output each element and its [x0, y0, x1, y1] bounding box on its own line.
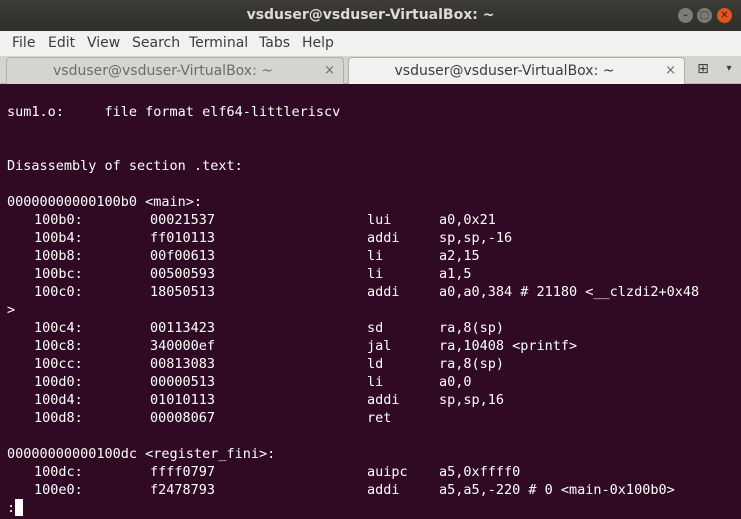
- asm-operands: sp,sp,16: [439, 392, 505, 408]
- asm-hex: 00813083: [150, 356, 216, 372]
- tab-bar: vsduser@vsduser-VirtualBox: ~ × vsduser@…: [0, 56, 741, 84]
- window-title: vsduser@vsduser-VirtualBox: ~: [246, 7, 495, 23]
- menu-edit[interactable]: Edit: [48, 31, 75, 56]
- asm-line: 100c4: 00113423 sd ra,8(sp): [7, 319, 504, 337]
- asm-operands: a0,0x21: [439, 212, 496, 228]
- close-icon[interactable]: ✕: [717, 8, 732, 23]
- asm-address: 100c0:: [34, 284, 83, 300]
- minimize-icon[interactable]: –: [678, 8, 693, 23]
- text-cursor: [15, 499, 23, 516]
- asm-hex: f2478793: [150, 482, 216, 498]
- title-bar: vsduser@vsduser-VirtualBox: ~ – □ ✕: [0, 0, 741, 31]
- asm-hex: 340000ef: [150, 338, 216, 354]
- asm-line: 100c0: 18050513 addi a0,a0,384 # 21180 <…: [7, 283, 699, 301]
- asm-line: 100d8: 00008067 ret: [7, 409, 391, 427]
- asm-address: 100b4:: [34, 230, 83, 246]
- tab-close-icon[interactable]: ×: [324, 58, 335, 84]
- asm-mnemonic: ld: [367, 356, 384, 372]
- menu-search[interactable]: Search: [132, 31, 180, 56]
- menu-help[interactable]: Help: [302, 31, 334, 56]
- asm-mnemonic: li: [367, 374, 384, 390]
- pager-prompt: :: [7, 500, 16, 516]
- asm-operands: a2,15: [439, 248, 480, 264]
- function-label-main: 00000000000100b0 <main>:: [7, 194, 203, 210]
- asm-mnemonic: sd: [367, 320, 384, 336]
- asm-mnemonic: jal: [367, 338, 392, 354]
- asm-mnemonic: auipc: [367, 464, 408, 480]
- tab-1[interactable]: vsduser@vsduser-VirtualBox: ~ ×: [6, 57, 344, 84]
- asm-operands: a5,a5,-220 # 0 <main-0x100b0>: [439, 482, 675, 498]
- asm-line: 100b8: 00f00613 li a2,15: [7, 247, 480, 265]
- asm-hex: 00500593: [150, 266, 216, 282]
- asm-mnemonic: addi: [367, 230, 400, 246]
- asm-operands: a0,0: [439, 374, 472, 390]
- asm-line: 100b0: 00021537 lui a0,0x21: [7, 211, 496, 229]
- asm-address: 100dc:: [34, 464, 83, 480]
- asm-line: 100d0: 00000513 li a0,0: [7, 373, 472, 391]
- menu-terminal[interactable]: Terminal: [189, 31, 248, 56]
- asm-line: 100e0: f2478793 addi a5,a5,-220 # 0 <mai…: [7, 481, 675, 499]
- menu-file[interactable]: File: [12, 31, 35, 56]
- asm-line: 100c8: 340000ef jal ra,10408 <printf>: [7, 337, 577, 355]
- asm-operands: ra,8(sp): [439, 356, 505, 372]
- asm-hex: 00f00613: [150, 248, 216, 264]
- asm-operands: ra,8(sp): [439, 320, 505, 336]
- section-header-line: Disassembly of section .text:: [7, 158, 243, 174]
- asm-mnemonic: addi: [367, 482, 400, 498]
- menu-tabs[interactable]: Tabs: [259, 31, 290, 56]
- tab-2[interactable]: vsduser@vsduser-VirtualBox: ~ ×: [348, 57, 685, 84]
- asm-mnemonic: addi: [367, 392, 400, 408]
- asm-hex: 01010113: [150, 392, 216, 408]
- asm-hex: ffff0797: [150, 464, 216, 480]
- asm-hex: 00113423: [150, 320, 216, 336]
- asm-line: 100bc: 00500593 li a1,5: [7, 265, 472, 283]
- asm-address: 100d8:: [34, 410, 83, 426]
- asm-mnemonic: li: [367, 248, 384, 264]
- asm-address: 100b0:: [34, 212, 83, 228]
- asm-operands: a5,0xffff0: [439, 464, 521, 480]
- asm-hex: 18050513: [150, 284, 216, 300]
- terminal-output[interactable]: sum1.o: file format elf64-littleriscv Di…: [0, 84, 741, 519]
- asm-address: 100b8:: [34, 248, 83, 264]
- asm-operands: ra,10408 <printf>: [439, 338, 578, 354]
- asm-mnemonic: lui: [367, 212, 392, 228]
- tab-label: vsduser@vsduser-VirtualBox: ~: [52, 63, 273, 79]
- asm-operands: sp,sp,-16: [439, 230, 513, 246]
- asm-address: 100cc:: [34, 356, 83, 372]
- asm-hex: 00000513: [150, 374, 216, 390]
- asm-hex: ff010113: [150, 230, 216, 246]
- wrap-continuation: >: [7, 302, 16, 318]
- asm-line: 100dc: ffff0797 auipc a5,0xffff0: [7, 463, 520, 481]
- asm-address: 100c8:: [34, 338, 83, 354]
- asm-hex: 00008067: [150, 410, 216, 426]
- menu-bar: File Edit View Search Terminal Tabs Help: [0, 31, 741, 56]
- asm-address: 100d0:: [34, 374, 83, 390]
- tab-menu-icon[interactable]: ▾: [722, 60, 736, 78]
- asm-mnemonic: li: [367, 266, 384, 282]
- asm-line: 100d4: 01010113 addi sp,sp,16: [7, 391, 504, 409]
- asm-line: 100cc: 00813083 ld ra,8(sp): [7, 355, 504, 373]
- menu-view[interactable]: View: [87, 31, 120, 56]
- asm-line: 100b4: ff010113 addi sp,sp,-16: [7, 229, 512, 247]
- new-tab-icon[interactable]: ⊞: [694, 60, 712, 78]
- asm-mnemonic: ret: [367, 410, 392, 426]
- function-label-register-fini: 00000000000100dc <register_fini>:: [7, 446, 276, 462]
- file-format-line: sum1.o: file format elf64-littleriscv: [7, 104, 341, 120]
- tab-label: vsduser@vsduser-VirtualBox: ~: [394, 63, 615, 79]
- asm-address: 100bc:: [34, 266, 83, 282]
- asm-hex: 00021537: [150, 212, 216, 228]
- tab-close-icon[interactable]: ×: [665, 58, 676, 84]
- asm-mnemonic: addi: [367, 284, 400, 300]
- maximize-icon[interactable]: □: [697, 8, 712, 23]
- asm-address: 100c4:: [34, 320, 83, 336]
- asm-operands: a1,5: [439, 266, 472, 282]
- asm-address: 100e0:: [34, 482, 83, 498]
- asm-address: 100d4:: [34, 392, 83, 408]
- asm-operands: a0,a0,384 # 21180 <__clzdi2+0x48: [439, 284, 700, 300]
